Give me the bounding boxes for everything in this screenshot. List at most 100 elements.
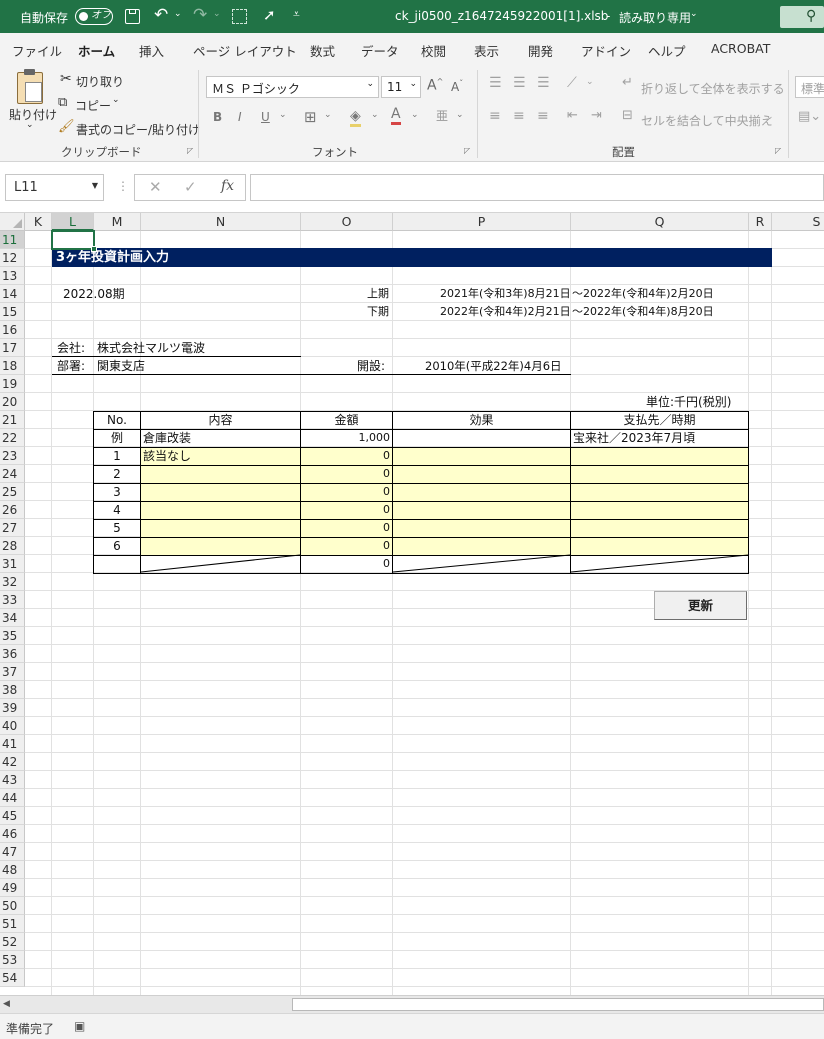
row-header-48[interactable]: 48 [0,861,25,879]
row-header-39[interactable]: 39 [0,699,25,717]
row-header-53[interactable]: 53 [0,951,25,969]
save-icon[interactable] [125,9,140,24]
redo-icon[interactable]: ↷ [193,5,207,25]
fill-color-icon[interactable]: ◈ [350,108,361,127]
read-only-label[interactable]: 読み取り専用 [619,9,691,26]
copy-dropdown-icon[interactable]: ⌄ [112,95,120,105]
borders-dropdown-icon[interactable]: ⌄ [324,110,332,120]
undo-icon[interactable]: ↶ [154,5,168,25]
underline-dropdown-icon[interactable]: ⌄ [279,110,287,120]
scroll-left-icon[interactable]: ◀ [3,999,10,1009]
formula-bar-grip-icon[interactable]: ⋮ [117,179,129,193]
name-box[interactable]: L11 ▼ [5,174,104,201]
font-size-select[interactable]: 11 ⌄ [381,76,421,98]
pointer-icon[interactable]: ➚ [263,6,276,24]
number-format-value: 標準 [801,82,824,96]
readonly-dropdown-icon[interactable]: ⌄ [690,9,698,19]
row-header-37[interactable]: 37 [0,663,25,681]
undo-dropdown-icon[interactable]: ⌄ [174,9,182,19]
tab-insert[interactable]: 挿入 [139,41,164,60]
phonetic-guide-icon[interactable]: 亜 [436,107,448,124]
formula-input[interactable] [250,174,824,201]
align-left-icon[interactable]: ≡ [489,108,501,124]
format-painter-button[interactable]: 書式のコピー/貼り付け [76,121,200,138]
fill-handle[interactable] [91,246,97,252]
font-launcher-icon[interactable]: ◸ [464,146,470,155]
fill-color-dropdown-icon[interactable]: ⌄ [371,110,379,120]
row-header-44[interactable]: 44 [0,789,25,807]
borders-icon[interactable]: ⊞ [304,108,317,126]
horizontal-scrollbar[interactable]: ◀ [0,995,824,1013]
orientation-dropdown-icon[interactable]: ⌄ [586,77,594,87]
copy-button[interactable]: コピー [75,97,111,114]
cut-button[interactable]: 切り取り [76,73,124,90]
merge-dropdown-icon[interactable]: ⌄ [766,112,774,122]
update-button[interactable]: 更新 [654,591,747,620]
italic-button[interactable]: I [238,110,242,124]
row-header-47[interactable]: 47 [0,843,25,861]
align-right-icon[interactable]: ≡ [537,108,549,124]
insert-function-icon[interactable]: fx [221,178,234,194]
underline-button[interactable]: U [261,110,270,124]
tab-formulas[interactable]: 数式 [310,41,335,60]
font-color-dropdown-icon[interactable]: ⌄ [411,110,419,120]
row-header-51[interactable]: 51 [0,915,25,933]
row-header-54[interactable]: 54 [0,969,25,987]
row-header-50[interactable]: 50 [0,897,25,915]
accessibility-icon[interactable]: ▣ [74,1019,85,1033]
shrink-font-icon[interactable]: Aˇ [451,79,463,94]
tab-data[interactable]: データ [361,41,399,60]
wrap-text-button[interactable]: 折り返して全体を表示する [641,80,785,97]
tab-review[interactable]: 校閲 [421,41,446,60]
active-cell-L11[interactable] [51,230,95,250]
tab-home[interactable]: ホーム [78,41,116,66]
row-header-46[interactable]: 46 [0,825,25,843]
paste-icon[interactable] [17,69,43,104]
align-top-icon[interactable]: ☰ [489,75,502,91]
search-box[interactable]: ⚲ [780,6,824,28]
row-header-36[interactable]: 36 [0,645,25,663]
tab-page-layout[interactable]: ページ レイアウト [193,41,297,60]
cancel-icon[interactable]: ✕ [149,178,162,196]
align-bottom-icon[interactable]: ☰ [537,75,550,91]
clipboard-launcher-icon[interactable]: ◸ [187,146,193,155]
tab-developer[interactable]: 開発 [528,41,553,60]
enter-icon[interactable]: ✓ [184,178,197,196]
phonetic-dropdown-icon[interactable]: ⌄ [456,110,464,120]
bold-button[interactable]: B [213,110,222,124]
font-color-icon[interactable]: A [391,106,401,125]
merge-center-button[interactable]: セルを結合して中央揃え [641,112,773,129]
row-header-41[interactable]: 41 [0,735,25,753]
row-header-40[interactable]: 40 [0,717,25,735]
autosave-toggle[interactable]: オフ [75,8,113,25]
row-header-52[interactable]: 52 [0,933,25,951]
row-header-38[interactable]: 38 [0,681,25,699]
grow-font-icon[interactable]: A^ [427,77,443,94]
redo-dropdown-icon[interactable]: ⌄ [213,9,221,19]
align-center-icon[interactable]: ≡ [513,108,525,124]
crop-icon[interactable] [232,9,247,24]
row-header-49[interactable]: 49 [0,879,25,897]
customize-qat-icon[interactable]: ⩡ [293,7,300,22]
orientation-icon[interactable]: ⟋ [567,75,577,91]
scroll-thumb[interactable] [292,998,824,1011]
font-name-select[interactable]: ＭＳ Ｐゴシック ⌄ [206,76,379,98]
number-format-select[interactable]: 標準 [795,76,824,98]
increase-indent-icon[interactable]: ⇥ [591,108,602,123]
worksheet-grid[interactable]: KLMNOPQRS 11 12 13 14 15 16 17 18 19 20 21 22 23 24 25… [0,213,824,995]
tab-addins[interactable]: アドイン [581,41,631,60]
row-header-45[interactable]: 45 [0,807,25,825]
paste-dropdown-icon[interactable]: ⌄ [26,120,34,130]
tab-acrobat[interactable]: ACROBAT [711,41,770,56]
name-box-dropdown-icon[interactable]: ▼ [92,181,98,190]
alignment-launcher-icon[interactable]: ◸ [775,146,781,155]
row-header-35[interactable]: 35 [0,627,25,645]
tab-help[interactable]: ヘルプ [648,41,686,60]
align-middle-icon[interactable]: ☰ [513,75,526,91]
row-header-42[interactable]: 42 [0,753,25,771]
tab-view[interactable]: 表示 [474,41,499,60]
decrease-indent-icon[interactable]: ⇤ [567,108,578,123]
tab-file[interactable]: ファイル [12,41,62,60]
row-header-43[interactable]: 43 [0,771,25,789]
accounting-format-icon[interactable]: ▤⌄ [798,109,821,124]
